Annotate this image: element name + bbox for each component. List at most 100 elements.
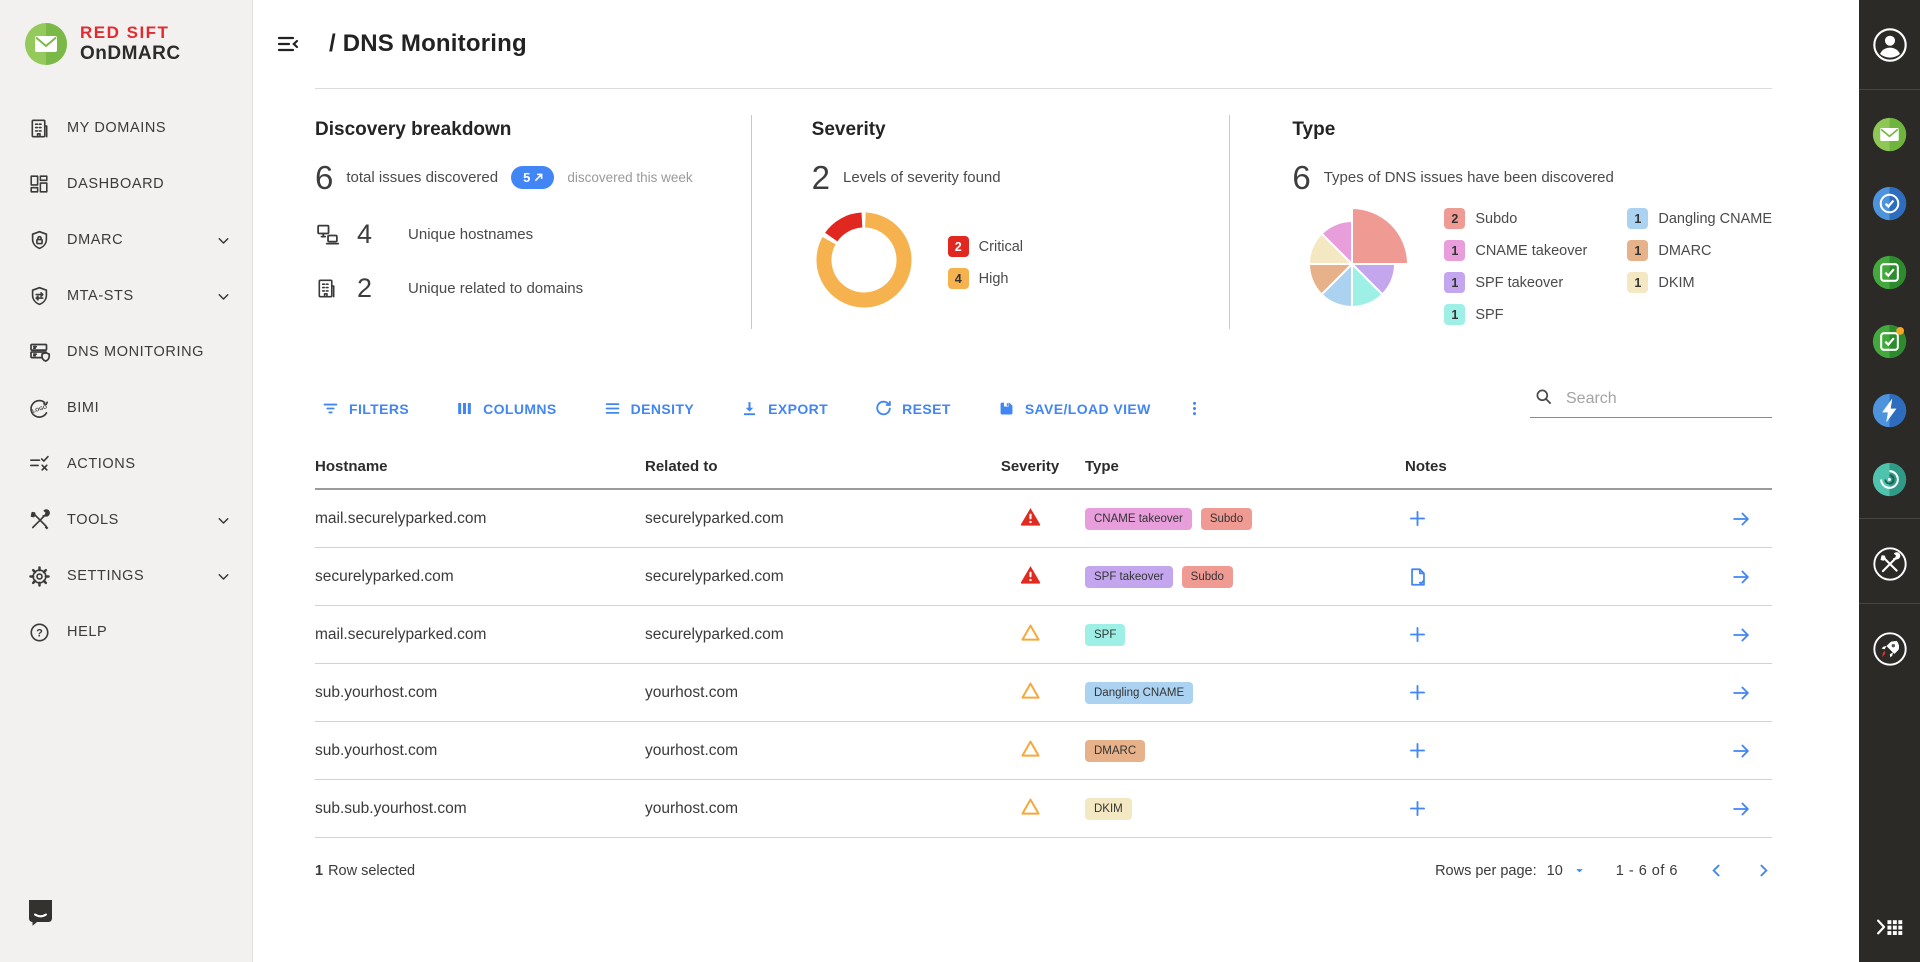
- page-title: / DNS Monitoring: [329, 30, 527, 58]
- open-row-arrow-button[interactable]: [1730, 566, 1752, 588]
- next-page-button[interactable]: [1755, 862, 1772, 879]
- apps-launcher-button[interactable]: [1859, 910, 1920, 944]
- reset-icon: [874, 399, 893, 418]
- caret-down-icon: [1573, 864, 1586, 877]
- density-button[interactable]: DENSITY: [603, 399, 694, 418]
- sidebar-item-actions[interactable]: ACTIONS: [0, 436, 252, 492]
- type-cell: DMARC: [1085, 740, 1405, 762]
- sidebar-item-dns-monitoring[interactable]: DNS MONITORING: [0, 324, 252, 380]
- search-input[interactable]: [1564, 389, 1770, 409]
- table-row[interactable]: sub.yourhost.com yourhost.com Dangling C…: [315, 664, 1772, 722]
- add-note-button[interactable]: [1407, 508, 1428, 529]
- notes-cell: [1405, 566, 1645, 588]
- sidebar-item-bimi[interactable]: LOGO BIMI: [0, 380, 252, 436]
- filters-button[interactable]: FILTERS: [321, 399, 409, 418]
- stat-value: 4: [357, 221, 372, 248]
- severity-high-icon: [1019, 737, 1042, 765]
- open-row-arrow-button[interactable]: [1730, 798, 1752, 820]
- gear-icon: [28, 564, 54, 588]
- columns-button[interactable]: COLUMNS: [455, 399, 557, 418]
- sidebar-nav: MY DOMAINS DASHBOARD DMARC MTA-STS DNS M…: [0, 100, 252, 660]
- table-toolbar: FILTERS COLUMNS DENSITY EXPORT RESET SAV…: [315, 399, 1204, 418]
- export-button[interactable]: EXPORT: [740, 399, 828, 418]
- related-to-cell: securelyparked.com: [645, 626, 975, 644]
- legend-label: SPF takeover: [1475, 275, 1563, 291]
- more-options-button[interactable]: [1185, 399, 1204, 418]
- previous-page-button[interactable]: [1708, 862, 1725, 879]
- related-to-cell: securelyparked.com: [645, 510, 975, 528]
- column-header-type[interactable]: Type: [1085, 458, 1405, 475]
- check-green-app-icon[interactable]: [1871, 254, 1908, 291]
- type-cell: Dangling CNAME: [1085, 682, 1405, 704]
- total-issues-label: total issues discovered: [346, 169, 498, 186]
- hostname-cell: mail.securelyparked.com: [315, 626, 645, 644]
- rocket-icon[interactable]: [1871, 630, 1909, 668]
- sidebar-item-settings[interactable]: SETTINGS: [0, 548, 252, 604]
- redsift-logo-icon: [24, 22, 68, 66]
- type-count-value: 6: [1292, 161, 1310, 194]
- save-load-view-button[interactable]: SAVE/LOAD VIEW: [997, 399, 1151, 418]
- add-note-button[interactable]: [1407, 624, 1428, 645]
- discovery-breakdown-panel: Discovery breakdown 6 total issues disco…: [315, 115, 751, 329]
- open-row-arrow-button[interactable]: [1730, 624, 1752, 646]
- legend-count-badge: 1: [1627, 208, 1648, 229]
- column-header-notes[interactable]: Notes: [1405, 458, 1645, 475]
- related-to-cell: securelyparked.com: [645, 568, 975, 586]
- table-row[interactable]: mail.securelyparked.com securelyparked.c…: [315, 606, 1772, 664]
- table-row[interactable]: securelyparked.com securelyparked.com SP…: [315, 548, 1772, 606]
- type-panel: Type 6 Types of DNS issues have been dis…: [1230, 115, 1772, 329]
- sidebar-item-my-domains[interactable]: MY DOMAINS: [0, 100, 252, 156]
- table-footer: 1Row selected Rows per page: 10 1 - 6 of…: [315, 862, 1772, 879]
- open-row-arrow-button[interactable]: [1730, 740, 1752, 762]
- bolt-app-icon[interactable]: [1871, 392, 1908, 429]
- add-note-button[interactable]: [1407, 682, 1428, 703]
- type-legend-item: 1 DKIM: [1627, 272, 1772, 293]
- tools-circle-icon[interactable]: [1871, 545, 1909, 583]
- severity-critical-icon: [1019, 505, 1042, 533]
- legend-count-badge: 2: [948, 236, 969, 257]
- rows-per-page-select[interactable]: Rows per page: 10: [1435, 863, 1586, 879]
- check-blue-app-icon[interactable]: [1871, 185, 1908, 222]
- app-switcher-rail: [1859, 0, 1920, 962]
- note-added-icon[interactable]: [1407, 566, 1429, 588]
- reset-button[interactable]: RESET: [874, 399, 951, 418]
- ondmarc-app-icon[interactable]: [1871, 116, 1908, 153]
- type-cell: DKIM: [1085, 798, 1405, 820]
- add-note-button[interactable]: [1407, 798, 1428, 819]
- sidebar-collapse-icon[interactable]: [275, 31, 301, 57]
- open-row-arrow-button[interactable]: [1730, 682, 1752, 704]
- sidebar-item-dmarc[interactable]: DMARC: [0, 212, 252, 268]
- sidebar-item-help[interactable]: ? HELP: [0, 604, 252, 660]
- column-header-severity[interactable]: Severity: [975, 458, 1085, 475]
- dns-issues-table: HostnameRelated toSeverityTypeNotes mail…: [315, 444, 1772, 838]
- chat-widget-button[interactable]: [25, 896, 56, 932]
- severity-high-icon: [1019, 679, 1042, 707]
- open-row-arrow-button[interactable]: [1730, 508, 1752, 530]
- sidebar-item-mta-sts[interactable]: MTA-STS: [0, 268, 252, 324]
- stat-value: 2: [357, 275, 372, 302]
- table-row[interactable]: sub.sub.yourhost.com yourhost.com DKIM: [315, 780, 1772, 838]
- brand-logo[interactable]: RED SIFT OnDMARC: [0, 0, 252, 66]
- chevron-down-icon: [215, 232, 232, 249]
- add-note-button[interactable]: [1407, 740, 1428, 761]
- account-button[interactable]: [1871, 0, 1909, 89]
- legend-label: Subdo: [1475, 211, 1517, 227]
- table-row[interactable]: sub.yourhost.com yourhost.com DMARC: [315, 722, 1772, 780]
- severity-cell: [975, 563, 1085, 591]
- hostname-cell: securelyparked.com: [315, 568, 645, 586]
- columns-icon: [455, 399, 474, 418]
- type-chip: Subdo: [1182, 566, 1233, 588]
- actions-cell: [1645, 566, 1772, 588]
- sidebar-item-tools[interactable]: TOOLS: [0, 492, 252, 548]
- stat-label: Unique related to domains: [408, 280, 583, 297]
- column-header-related-to[interactable]: Related to: [645, 458, 975, 475]
- search-box: [1530, 385, 1772, 418]
- column-header-hostname[interactable]: Hostname: [315, 458, 645, 475]
- table-row[interactable]: mail.securelyparked.com securelyparked.c…: [315, 490, 1772, 548]
- toolbar-button-label: COLUMNS: [483, 401, 557, 417]
- sidebar-item-dashboard[interactable]: DASHBOARD: [0, 156, 252, 212]
- radar-app-icon[interactable]: [1871, 461, 1908, 498]
- pagination: Rows per page: 10 1 - 6 of 6: [1435, 862, 1772, 879]
- shield-arrows-icon: [28, 284, 54, 308]
- check-green-dot-app-icon[interactable]: [1871, 323, 1908, 360]
